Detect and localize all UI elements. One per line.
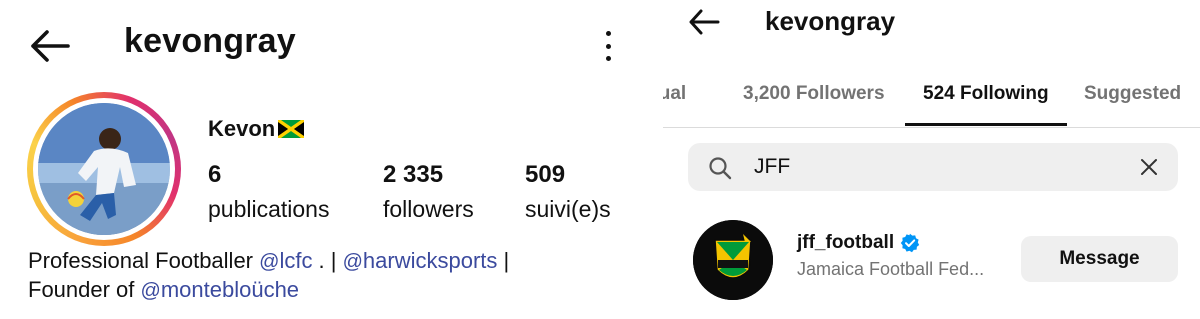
following-panel: kevongray Mutual 3,200 Followers 524 Fol… xyxy=(663,0,1200,319)
following-count[interactable]: 509 xyxy=(525,161,565,189)
tab-following[interactable]: 524 Following xyxy=(923,83,1049,105)
avatar[interactable] xyxy=(693,220,773,300)
bio-separator: | xyxy=(497,248,510,273)
search-input[interactable]: JFF xyxy=(688,143,1178,191)
jamaica-flag-icon xyxy=(278,120,305,138)
bio-mention-harwicksports[interactable]: @harwicksports xyxy=(343,248,498,273)
back-arrow-icon[interactable] xyxy=(28,28,72,64)
verified-badge-icon xyxy=(900,233,920,253)
result-fullname: Jamaica Football Fed... xyxy=(797,259,985,279)
close-icon[interactable] xyxy=(1140,158,1158,176)
threads-icon: @ xyxy=(342,251,363,273)
threads-icon: @ xyxy=(259,251,280,273)
profile-display-name: Kevon xyxy=(208,116,305,142)
bio-mention-lcfc[interactable]: @lcfc xyxy=(259,248,312,273)
search-icon xyxy=(709,157,732,180)
tab-mutual[interactable]: Mutual xyxy=(663,83,686,105)
back-arrow-icon[interactable] xyxy=(687,8,721,36)
threads-icon: @ xyxy=(140,280,161,302)
following-label[interactable]: suivi(e)s xyxy=(525,196,611,223)
bio-text: Professional Footballer xyxy=(28,248,260,273)
tab-followers[interactable]: 3,200 Followers xyxy=(743,83,885,105)
bio-separator: . | xyxy=(312,248,343,273)
follow-tabs: Mutual 3,200 Followers 524 Following Sug… xyxy=(663,72,1200,128)
bio-mention-montebloüche[interactable]: @montebloüche xyxy=(141,277,300,302)
profile-panel: kevongray Kevon 6 publications 2 335 fol… xyxy=(0,0,655,319)
following-username-title: kevongray xyxy=(765,6,896,36)
posts-count: 6 xyxy=(208,161,222,188)
followers-label[interactable]: followers xyxy=(383,196,474,223)
message-button[interactable]: Message xyxy=(1021,236,1178,282)
list-item[interactable]: jff_football Jamaica Football Fed... Mes… xyxy=(663,214,1200,304)
avatar xyxy=(38,103,170,235)
followers-count[interactable]: 2 335 xyxy=(383,161,443,189)
posts-label: publications xyxy=(208,196,330,222)
active-tab-indicator xyxy=(905,123,1067,126)
more-options-icon[interactable] xyxy=(596,28,620,64)
profile-bio: Professional Footballer @lcfc . | @harwi… xyxy=(28,247,638,305)
tab-suggested[interactable]: Suggested xyxy=(1084,83,1181,105)
search-query[interactable]: JFF xyxy=(754,155,790,179)
story-ring[interactable] xyxy=(27,92,181,246)
result-username[interactable]: jff_football xyxy=(797,232,920,254)
profile-username-title: kevongray xyxy=(124,22,296,60)
bio-text: Founder of xyxy=(28,277,141,302)
